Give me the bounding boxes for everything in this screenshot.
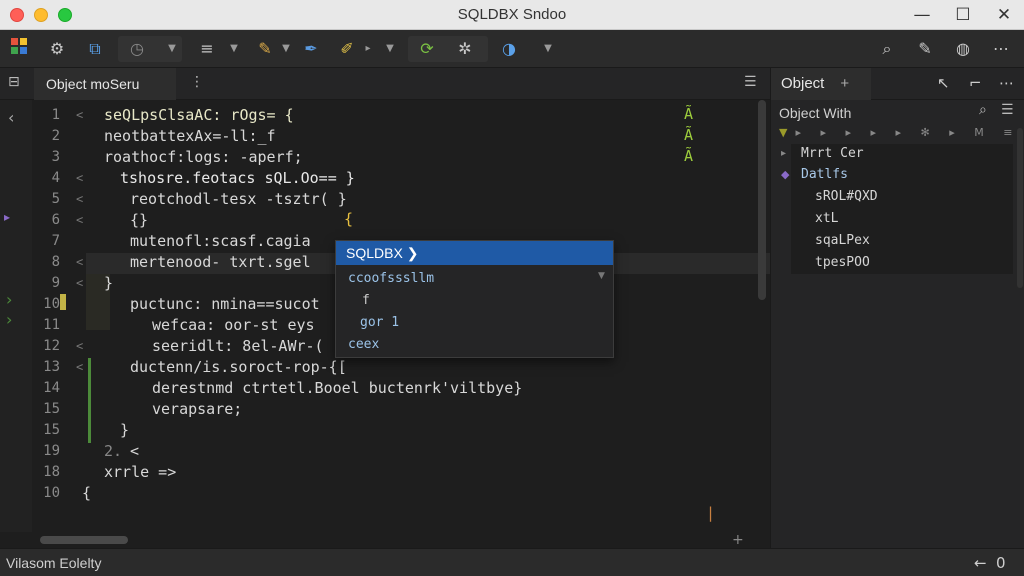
pin-icon[interactable]: ⌐	[969, 74, 982, 92]
back-arrow-icon[interactable]: ‹	[8, 108, 14, 127]
autocomplete-item[interactable]: ceex	[348, 337, 379, 352]
code-line: 2 neotbattexAx=-ll:_f	[51, 127, 276, 145]
align-dropdown-icon[interactable]: ▼	[228, 37, 240, 61]
close-button[interactable]: ✕	[992, 4, 1016, 26]
snowflake-icon[interactable]: ✲	[452, 37, 478, 61]
tree-item[interactable]: Mrrt Cer	[801, 146, 864, 161]
wand-icon[interactable]: ✐	[334, 37, 360, 61]
code-line: 1 < seQLpsClsaAC: rOgs= {	[51, 106, 294, 124]
export-icon[interactable]: ⧉	[82, 37, 108, 61]
autocomplete-item[interactable]: f	[362, 293, 370, 308]
tab-object-moseru[interactable]: Object moSeru	[34, 68, 176, 100]
tab-label: Object moSeru	[46, 76, 140, 92]
activity-gutter: ‹ ▸ › ›	[0, 100, 32, 532]
code-line: 14 derestnmd ctrtetl.Booel buctenrk'viltb…	[43, 379, 523, 397]
add-tab-button[interactable]: +	[840, 75, 849, 92]
code-line: 5 < reotchodl-tesx -tsztr( }	[51, 190, 347, 208]
chart-icon[interactable]: ◑	[496, 37, 522, 61]
minimize-button[interactable]: —	[910, 4, 934, 26]
status-count: 0	[996, 554, 1006, 572]
fold-arrow-icon-2[interactable]: ›	[6, 310, 12, 329]
code-line: 4 < tshosre.feotacs sQL.Oo== }	[51, 169, 355, 187]
sidebar-filter-icons[interactable]: ▼▸ ▸ ▸ ▸ ▸ ✻ ▸ M ≡	[779, 126, 1019, 144]
code-line: 18 xrrle =>	[43, 463, 177, 481]
tree-item[interactable]: xtL	[815, 211, 838, 226]
edit-icon[interactable]: ✎	[912, 37, 938, 61]
sidebar-menu-icon[interactable]: ☰	[1001, 102, 1014, 118]
main-toolbar: ⚙ ⧉ ◷ ▼ ≡ ▼ ✎ ▼ ✒ ✐ ▸ ▼ ⟳ ✲ ◑ ▼ ⌕ ✎ ◍ ⋯	[0, 30, 1024, 68]
title-bar: SQLDBX Sndoo — ☐ ✕	[0, 0, 1024, 30]
sidebar-tab-label: Object	[781, 75, 825, 92]
code-line: 10{	[43, 484, 92, 502]
more-dropdown-icon[interactable]: ▼	[384, 37, 396, 61]
tab-object[interactable]: Object +	[771, 68, 871, 100]
gear-icon[interactable]: ⚙	[44, 37, 70, 61]
annotation-mark: Ã	[684, 105, 694, 123]
end-mark: |	[706, 504, 716, 522]
editor-vertical-scrollbar[interactable]	[758, 100, 766, 300]
breakpoint-icon[interactable]: ▸	[4, 210, 10, 224]
brush-icon[interactable]: ✎	[252, 37, 278, 61]
chat-icon[interactable]: ◍	[950, 37, 976, 61]
status-back-icon[interactable]: ←	[974, 554, 987, 572]
more-icon[interactable]: ⋯	[988, 37, 1014, 61]
annotation-mark: Ã	[684, 147, 694, 165]
sidebar-search-icon[interactable]: ⌕	[979, 102, 987, 118]
add-icon[interactable]: +	[732, 532, 744, 548]
code-line: 15 verapsare;	[43, 400, 243, 418]
tree-item[interactable]: Datlfs	[801, 167, 848, 182]
code-line: 3 roathocf:logs: -aperf;	[51, 148, 303, 166]
editor-horizontal-scrollbar[interactable]	[40, 536, 128, 544]
clock-icon[interactable]: ◷	[124, 37, 150, 61]
object-sidebar: Object + ↖ ⌐ ⋯ Object With ⌕ ☰ ▼▸ ▸ ▸ ▸ ▸…	[770, 68, 1024, 548]
pen-icon[interactable]: ✒	[298, 37, 324, 61]
panel-layout-icon[interactable]: ⊟	[8, 74, 20, 90]
code-line: 19 2. <	[43, 442, 140, 460]
annotation-mark: Ã	[684, 126, 694, 144]
autocomplete-popup: SQLDBX ❯ ccoofsssllm ▼ f gor 1 ceex	[335, 240, 614, 358]
tree-expand-icon[interactable]: ▸	[781, 148, 786, 159]
database-icon: ◆	[781, 168, 790, 181]
tree-item[interactable]: sqaLPex	[815, 233, 870, 248]
code-line: 6 <{}	[51, 211, 149, 229]
editor-tab-row: ⊟ Object moSeru ⋮ ☰	[0, 68, 770, 100]
autocomplete-header[interactable]: SQLDBX ❯	[336, 241, 613, 265]
warning-mark: {	[344, 210, 354, 228]
code-line: 13 < ductenn/is.soroct-rop-{[	[43, 358, 347, 376]
tab-menu-icon[interactable]: ⋮	[190, 74, 204, 90]
brush-dropdown-icon[interactable]: ▼	[280, 37, 292, 61]
tree-item[interactable]: sROL#QXD	[815, 189, 878, 204]
refresh-icon[interactable]: ⟳	[414, 37, 440, 61]
hamburger-icon[interactable]: ☰	[744, 74, 757, 90]
autocomplete-item[interactable]: ccoofsssllm	[348, 271, 434, 286]
status-text: Vilasom Eolelty	[6, 555, 102, 571]
undo-icon[interactable]: ↖	[937, 74, 950, 92]
chevron-down-icon[interactable]: ▼	[598, 271, 605, 281]
tree-item[interactable]: tpesPOO	[815, 255, 870, 270]
code-line: 15}	[43, 421, 130, 439]
align-icon[interactable]: ≡	[194, 37, 220, 61]
search-icon[interactable]: ⌕	[874, 37, 900, 61]
grid-icon[interactable]	[6, 37, 32, 61]
clock-dropdown-icon[interactable]: ▼	[166, 37, 178, 61]
fold-arrow-icon[interactable]: ›	[6, 290, 12, 309]
wand-dropdown-icon[interactable]: ▸	[362, 37, 374, 61]
chart-dropdown-icon[interactable]: ▼	[542, 37, 554, 61]
status-bar: Vilasom Eolelty ← 0	[0, 548, 1024, 576]
window-title: SQLDBX Sndoo	[457, 6, 567, 23]
maximize-button[interactable]: ☐	[951, 4, 975, 26]
more-icon[interactable]: ⋯	[999, 74, 1014, 92]
sidebar-scrollbar[interactable]	[1017, 128, 1023, 288]
autocomplete-item[interactable]: gor 1	[360, 315, 399, 330]
